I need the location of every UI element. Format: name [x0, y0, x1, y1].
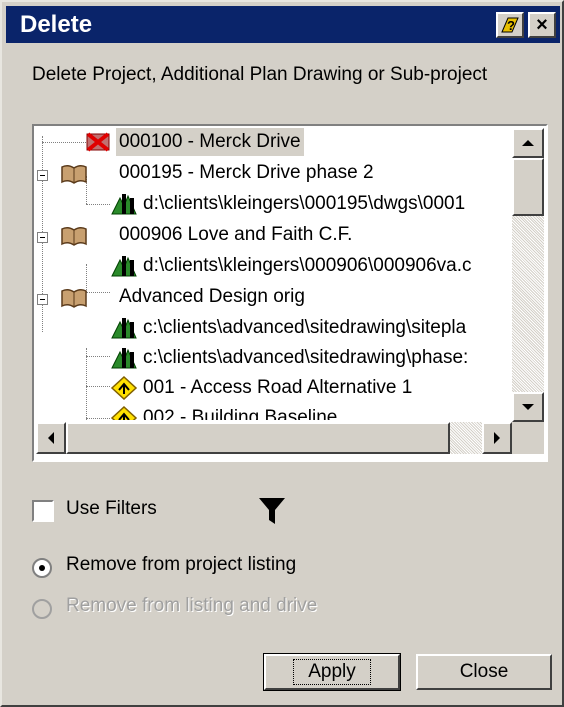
scroll-down-button[interactable]: [512, 392, 544, 422]
tree-item[interactable]: 000195 - Merck Drive phase 2: [116, 159, 377, 187]
close-icon: ×: [536, 13, 548, 36]
project-tree[interactable]: 000100 - Merck Drive 000195 - Merck Driv…: [32, 124, 548, 462]
tree-item[interactable]: 002 - Building Baseline: [140, 404, 340, 420]
scroll-right-button[interactable]: [482, 422, 512, 454]
tree-connector: [86, 386, 110, 388]
svg-text:?: ?: [507, 18, 515, 33]
remove-from-drive-radio: [32, 599, 52, 619]
tree-item[interactable]: 000100 - Merck Drive: [116, 128, 304, 156]
tree-item[interactable]: Advanced Design orig: [116, 283, 308, 311]
tree-item[interactable]: c:\clients\advanced\sitedrawing\phase:: [140, 344, 471, 372]
close-button[interactable]: Close: [416, 654, 552, 690]
arrow-down-icon: [522, 404, 534, 410]
scroll-thumb-horizontal[interactable]: [66, 422, 450, 454]
remove-from-listing-label[interactable]: Remove from project listing: [66, 554, 296, 576]
plan-drawing-icon: [111, 348, 137, 369]
tree-connector: [86, 356, 110, 358]
tree-item[interactable]: c:\clients\advanced\sitedrawing\sitepla: [140, 314, 469, 342]
plan-drawing-icon: [111, 256, 137, 277]
collapse-toggle[interactable]: [37, 232, 48, 243]
tree-connector: [86, 348, 88, 420]
funnel-icon[interactable]: [258, 496, 286, 526]
title-bar: Delete ? ×: [6, 6, 560, 43]
close-window-button[interactable]: ×: [528, 12, 556, 38]
tree-connector: [42, 142, 86, 144]
dialog-title: Delete: [20, 11, 93, 38]
arrow-right-icon: [494, 432, 500, 444]
scroll-thumb[interactable]: [512, 158, 544, 216]
apply-button[interactable]: Apply: [263, 653, 401, 691]
remove-from-drive-label: Remove from listing and drive: [66, 595, 318, 616]
remove-from-listing-radio[interactable]: [32, 558, 52, 578]
arrow-left-icon: [48, 432, 54, 444]
tree-item[interactable]: d:\clients\kleingers\000906\000906va.c: [140, 252, 475, 280]
subproject-diamond-icon: [110, 376, 138, 400]
arrow-up-icon: [522, 140, 534, 146]
project-book-icon: [61, 288, 87, 308]
subproject-diamond-icon: [110, 406, 138, 420]
use-filters-label[interactable]: Use Filters: [66, 498, 157, 520]
tree-connector: [86, 292, 110, 294]
plan-drawing-icon: [111, 318, 137, 339]
scroll-corner: [512, 422, 544, 454]
project-book-icon: [61, 226, 87, 246]
tree-item[interactable]: d:\clients\kleingers\000195\dwgs\0001: [140, 190, 468, 218]
collapse-toggle[interactable]: [37, 294, 48, 305]
scroll-left-button[interactable]: [36, 422, 66, 454]
tree-connector: [86, 418, 110, 420]
horizontal-scrollbar[interactable]: [36, 422, 512, 454]
plan-drawing-icon: [111, 194, 137, 215]
tree-item[interactable]: 000906 Love and Faith C.F.: [116, 221, 355, 249]
scroll-up-button[interactable]: [512, 128, 544, 158]
delete-dialog: Delete ? × Delete Project, Additional Pl…: [0, 0, 564, 707]
project-deleted-icon: [86, 132, 110, 152]
tree-viewport: 000100 - Merck Drive 000195 - Merck Driv…: [36, 128, 512, 420]
dialog-instructions: Delete Project, Additional Plan Drawing …: [32, 64, 488, 85]
tree-item[interactable]: 001 - Access Road Alternative 1: [140, 374, 415, 402]
collapse-toggle[interactable]: [37, 170, 48, 181]
use-filters-checkbox[interactable]: [32, 500, 54, 522]
help-button[interactable]: ?: [496, 12, 524, 38]
help-icon: ?: [501, 17, 519, 33]
tree-connector: [86, 204, 110, 206]
vertical-scrollbar[interactable]: [512, 128, 544, 422]
project-book-icon: [61, 164, 87, 184]
